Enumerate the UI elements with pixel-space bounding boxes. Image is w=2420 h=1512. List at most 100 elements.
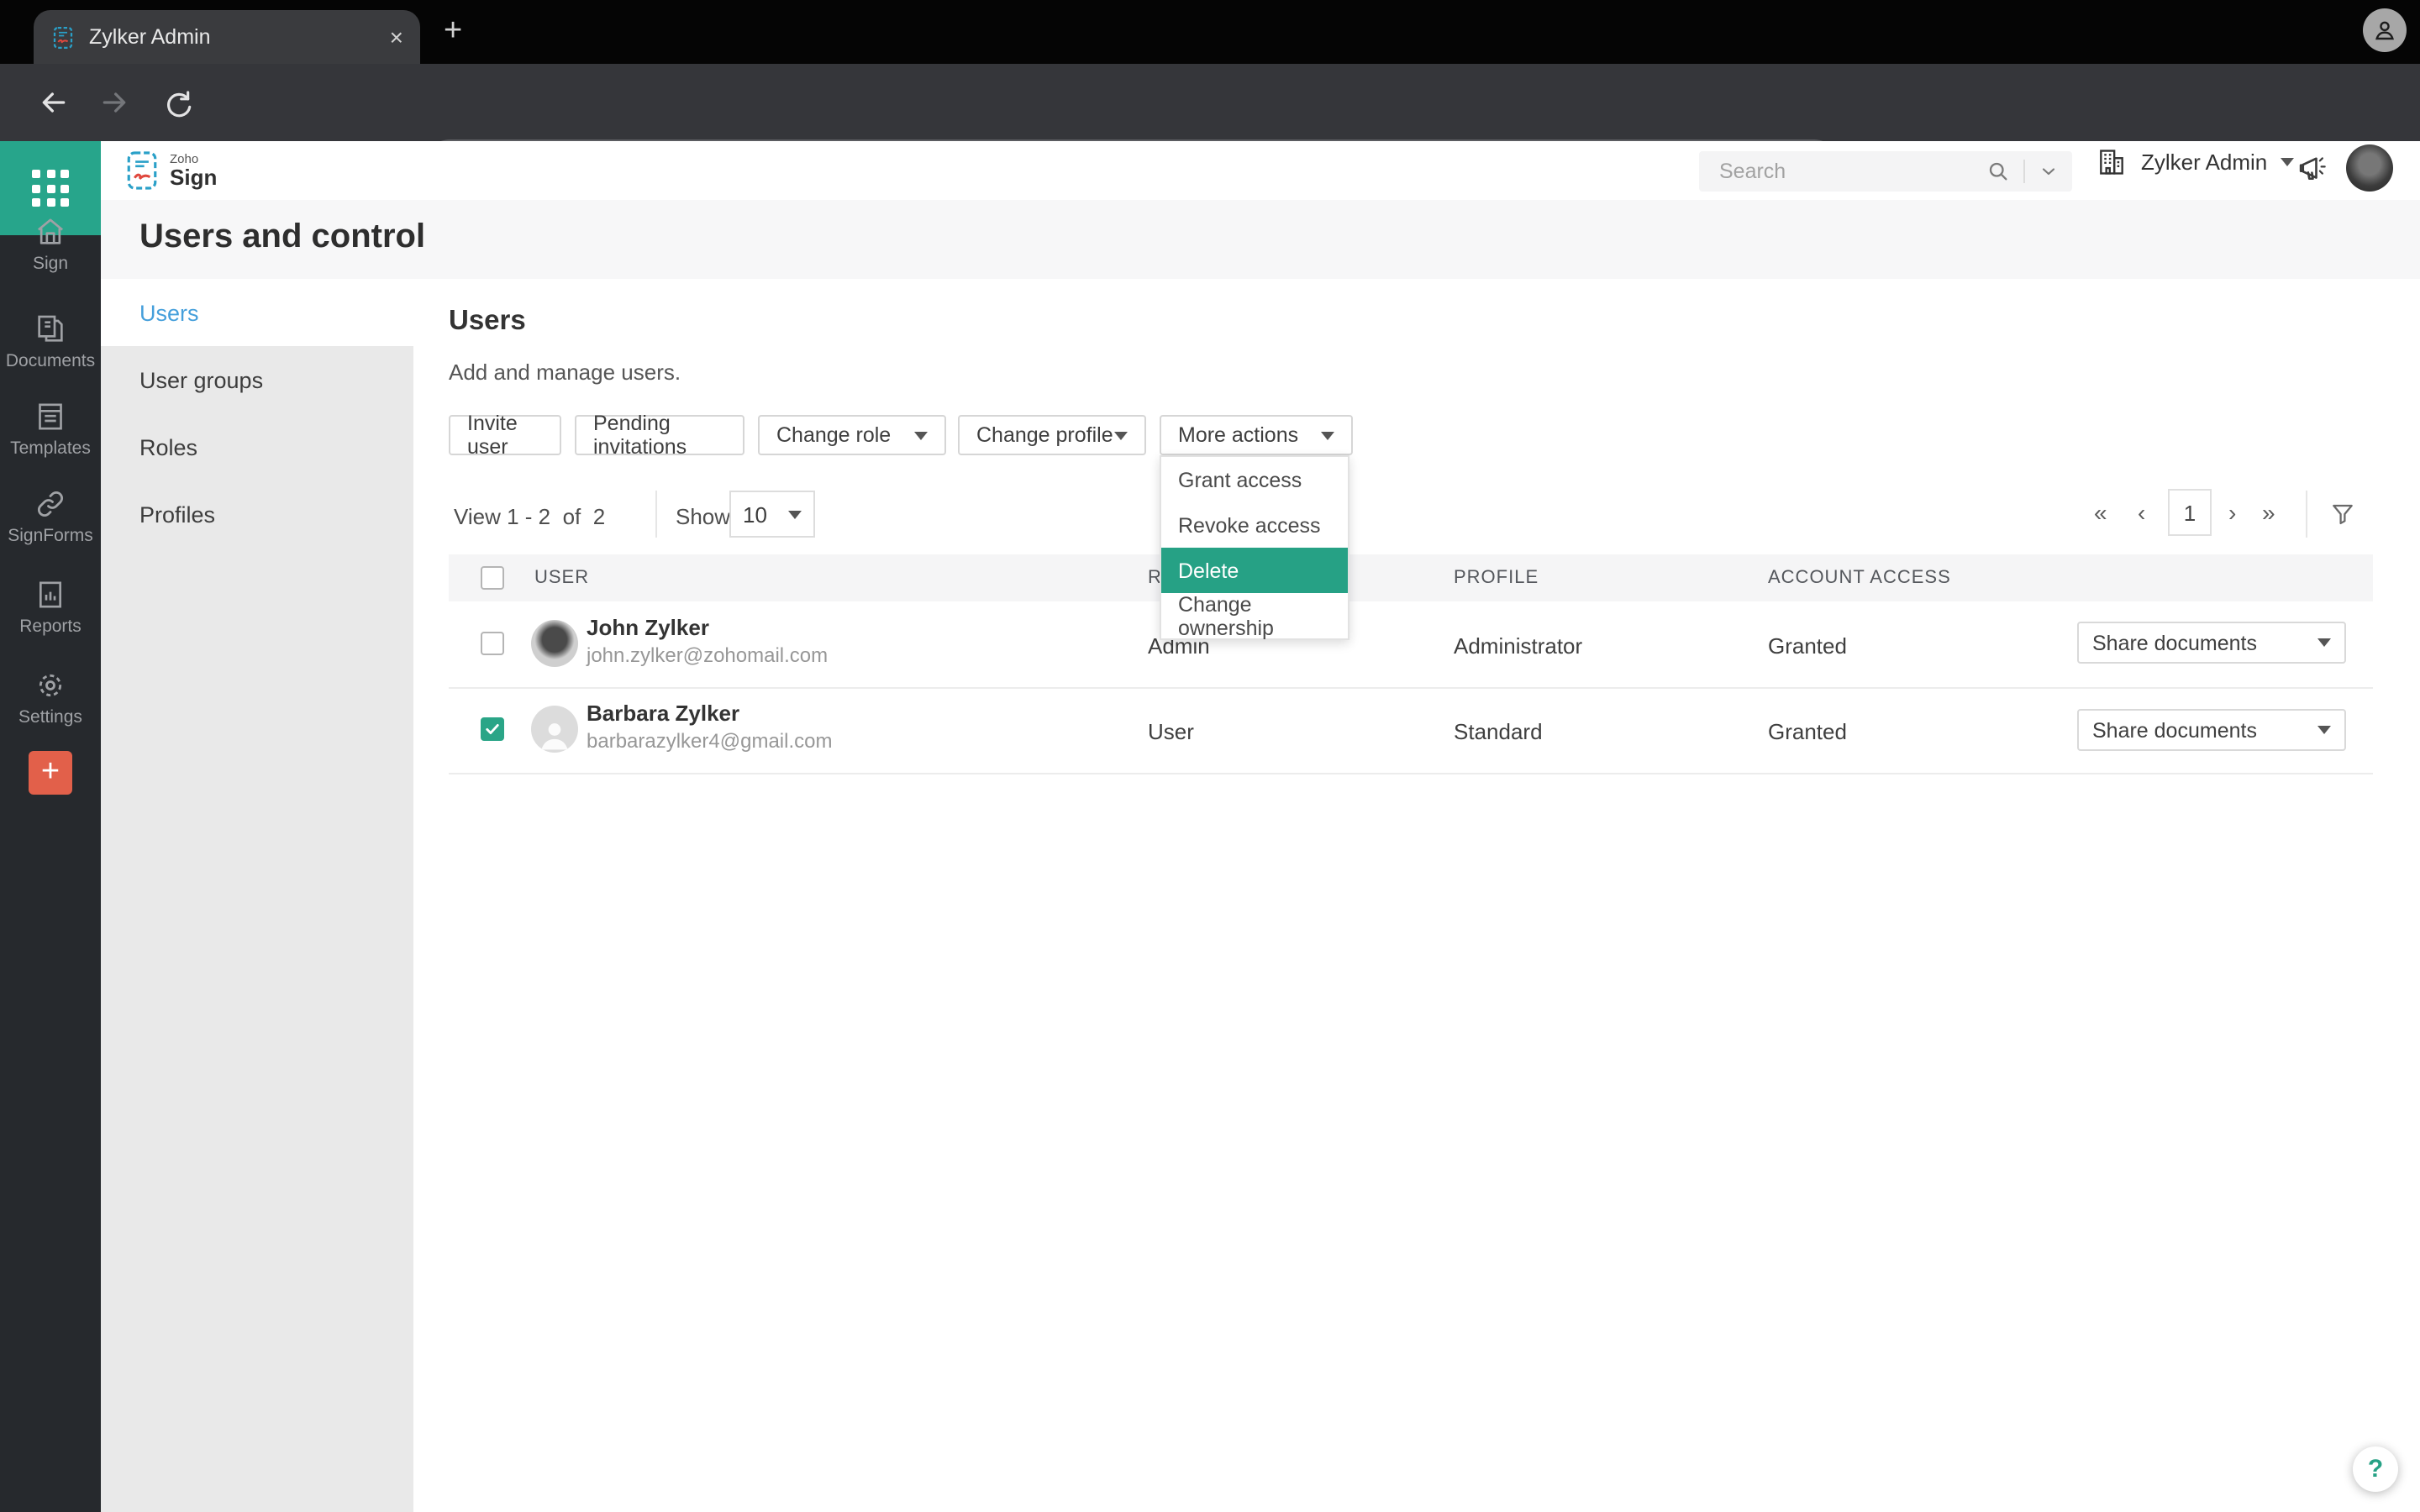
tab-close-icon[interactable]: × (390, 25, 403, 49)
brand-sign: Sign (170, 165, 218, 190)
show-label: Show (676, 504, 731, 529)
col-account-access: ACCOUNT ACCESS (1768, 568, 1951, 588)
more-actions-menu: Grant access Revoke access Delete Change… (1160, 455, 1349, 640)
search-input[interactable] (1716, 158, 1973, 185)
change-profile-select[interactable]: Change profile (958, 415, 1146, 455)
chevron-down-icon (2317, 638, 2331, 647)
apps-grid-icon (32, 170, 69, 207)
change-role-select[interactable]: Change role (758, 415, 946, 455)
menu-item-revoke-access[interactable]: Revoke access (1161, 502, 1348, 548)
zoho-sign-favicon (50, 24, 76, 50)
browser-tab[interactable]: Zylker Admin × (34, 10, 420, 64)
chevron-down-icon (2317, 726, 2331, 734)
global-search[interactable] (1699, 151, 2072, 192)
rail-item-reports[interactable]: Reports (0, 578, 101, 637)
main-content (413, 279, 2420, 1512)
view-range-text: View 1 - 2 of 2 (454, 504, 606, 529)
browser-titlebar: Zylker Admin × + (0, 0, 2420, 64)
row-divider (449, 687, 2373, 689)
rail-item-documents[interactable]: Documents (0, 312, 101, 371)
user-profile: Administrator (1454, 633, 1583, 659)
forward-icon[interactable] (97, 86, 131, 119)
back-icon[interactable] (37, 86, 71, 119)
app-rail: Sign Documents Templates SignForms Repor… (0, 141, 101, 1512)
page-size-select[interactable]: 10 (729, 491, 815, 538)
row-checkbox[interactable] (481, 632, 504, 655)
building-icon (2100, 150, 2123, 175)
filter-icon[interactable] (2329, 501, 2356, 528)
tab-title: Zylker Admin (89, 25, 211, 49)
org-switcher[interactable]: Zylker Admin (2096, 146, 2295, 178)
share-documents-select[interactable]: Share documents (2077, 709, 2346, 751)
reload-icon[interactable] (161, 86, 193, 118)
menu-item-delete[interactable]: Delete (1161, 548, 1348, 593)
announcements-icon[interactable] (2296, 151, 2331, 186)
pending-invitations-button[interactable]: Pending invitations (575, 412, 744, 459)
search-divider (2023, 160, 2025, 183)
user-avatar[interactable] (2346, 144, 2393, 192)
user-access: Granted (1768, 719, 1847, 744)
pagination-first[interactable]: « (2094, 499, 2107, 526)
user-role: User (1148, 719, 1194, 744)
pagination-next[interactable]: › (2228, 499, 2236, 526)
org-name: Zylker Admin (2141, 150, 2268, 175)
help-button[interactable]: ? (2353, 1446, 2398, 1492)
rail-item-sign[interactable]: Sign (0, 215, 101, 274)
add-new-button[interactable]: + (29, 751, 72, 795)
screen: Zylker Admin × + sign.zoho.com /z (0, 0, 2420, 1512)
browser-toolbar: sign.zoho.com /zs/798445703#/admin/manag… (0, 64, 2420, 193)
rail-item-templates[interactable]: Templates (0, 400, 101, 459)
menu-item-grant-access[interactable]: Grant access (1161, 457, 1348, 502)
user-email: john.zylker@zohomail.com (587, 643, 829, 667)
home-icon (37, 218, 64, 244)
user-profile: Standard (1454, 719, 1543, 744)
person-icon (541, 723, 568, 750)
nav-item-user-groups[interactable]: User groups (101, 346, 413, 413)
new-tab-button[interactable]: + (444, 13, 462, 50)
menu-item-change-ownership[interactable]: Change ownership (1161, 592, 1348, 639)
settings-nav: Users User groups Roles Profiles (101, 279, 413, 1512)
page-header: Users and control (101, 200, 2420, 279)
user-name: John Zylker (587, 615, 709, 640)
user-avatar-placeholder (531, 706, 578, 753)
nav-item-users[interactable]: Users (101, 279, 413, 346)
row-checkbox-checked[interactable] (481, 717, 504, 741)
user-email: barbarazylker4@gmail.com (587, 729, 833, 753)
chevron-down-icon (1321, 431, 1334, 439)
link-icon (38, 491, 63, 517)
section-heading: Users (449, 306, 526, 336)
chevron-down-icon (1114, 431, 1128, 439)
app-topbar: Zoho Sign Zylker Admin (101, 141, 2420, 200)
user-avatar-photo (531, 620, 578, 667)
divider (655, 491, 657, 538)
col-profile: PROFILE (1454, 568, 1539, 588)
org-caret-icon (2281, 158, 2295, 166)
chevron-down-icon (914, 431, 928, 439)
page-title: Users and control (139, 218, 426, 255)
col-user: USER (534, 568, 590, 588)
rail-item-signforms[interactable]: SignForms (0, 487, 101, 546)
invite-user-button[interactable]: Invite user (449, 412, 561, 459)
nav-item-profiles[interactable]: Profiles (101, 480, 413, 548)
share-documents-select[interactable]: Share documents (2077, 622, 2346, 664)
more-actions-select[interactable]: More actions (1160, 415, 1353, 455)
pagination-prev[interactable]: ‹ (2138, 499, 2145, 526)
zoho-sign-logo[interactable]: Zoho Sign (124, 150, 217, 192)
report-icon (39, 581, 61, 608)
rail-item-settings[interactable]: Settings (0, 669, 101, 727)
check-icon (486, 724, 499, 734)
gear-icon (39, 674, 62, 697)
browser-profile-icon[interactable] (2363, 8, 2407, 52)
table-header (449, 554, 2373, 601)
user-name: Barbara Zylker (587, 701, 740, 726)
row-divider (449, 773, 2373, 774)
select-all-checkbox[interactable] (481, 566, 504, 590)
search-chevron-icon[interactable] (2039, 161, 2059, 181)
user-access: Granted (1768, 633, 1847, 659)
nav-item-roles[interactable]: Roles (101, 413, 413, 480)
pagination-page[interactable]: 1 (2168, 489, 2212, 536)
pagination-last[interactable]: » (2262, 499, 2275, 526)
chevron-down-icon (788, 510, 802, 518)
search-icon[interactable] (1986, 160, 2010, 183)
sign-doc-icon (127, 151, 157, 190)
